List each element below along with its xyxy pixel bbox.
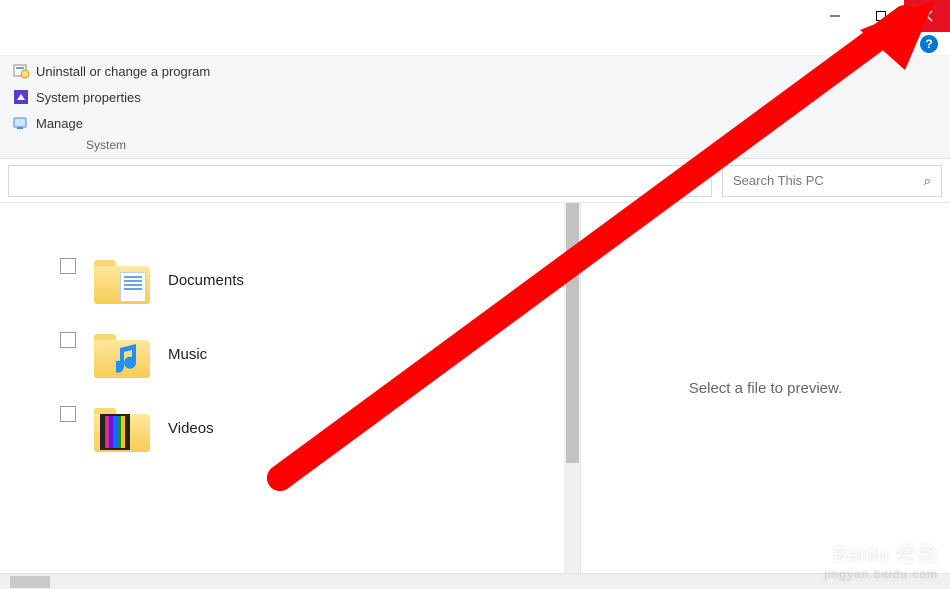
programs-icon <box>12 62 30 80</box>
search-input[interactable]: Search This PC ⌕ <box>722 165 942 197</box>
properties-icon <box>12 88 30 106</box>
preview-message: Select a file to preview. <box>689 380 842 397</box>
search-icon: ⌕ <box>924 173 931 189</box>
checkbox[interactable] <box>60 406 76 422</box>
folder-label: Music <box>168 346 207 363</box>
manage-command[interactable]: Manage <box>8 112 942 134</box>
title-bar <box>0 0 950 32</box>
checkbox[interactable] <box>60 332 76 348</box>
uninstall-program-command[interactable]: Uninstall or change a program <box>8 60 942 82</box>
folder-icon-music <box>94 330 150 378</box>
checkbox[interactable] <box>60 258 76 274</box>
explorer-window: ˇ ? Uninstall or change a program System… <box>0 0 950 589</box>
vertical-scrollbar[interactable] <box>564 203 580 573</box>
ribbon: Uninstall or change a program System pro… <box>0 56 950 159</box>
folder-label: Documents <box>168 272 244 289</box>
ribbon-collapse-chevron-icon[interactable]: ˇ <box>906 37 910 51</box>
folder-icon-documents <box>94 256 150 304</box>
folder-item-documents[interactable]: Documents <box>60 243 580 317</box>
status-handle <box>10 576 50 588</box>
uninstall-program-label: Uninstall or change a program <box>36 64 210 79</box>
system-properties-label: System properties <box>36 90 141 105</box>
minimize-button[interactable] <box>812 0 858 32</box>
search-placeholder: Search This PC <box>733 173 924 188</box>
address-search-row: ↻ Search This PC ⌕ <box>0 159 950 203</box>
ribbon-group-label: System <box>8 134 168 158</box>
folder-icon-videos <box>94 404 150 452</box>
scrollbar-thumb[interactable] <box>566 203 579 463</box>
preview-pane: Select a file to preview. <box>580 203 950 573</box>
system-properties-command[interactable]: System properties <box>8 86 942 108</box>
help-icon[interactable]: ? <box>920 35 938 53</box>
folder-item-videos[interactable]: Videos <box>60 391 580 465</box>
content-area: Documents Music <box>0 203 950 573</box>
folder-label: Videos <box>168 420 214 437</box>
folder-item-music[interactable]: Music <box>60 317 580 391</box>
address-bar[interactable]: ↻ <box>8 165 712 197</box>
manage-icon <box>12 114 30 132</box>
manage-label: Manage <box>36 116 83 131</box>
ribbon-collapse-row: ˇ ? <box>0 32 950 56</box>
file-list-pane: Documents Music <box>0 203 580 573</box>
maximize-button[interactable] <box>858 0 904 32</box>
refresh-icon[interactable]: ↻ <box>689 172 701 189</box>
close-button[interactable] <box>904 0 950 32</box>
status-bar <box>0 573 950 589</box>
